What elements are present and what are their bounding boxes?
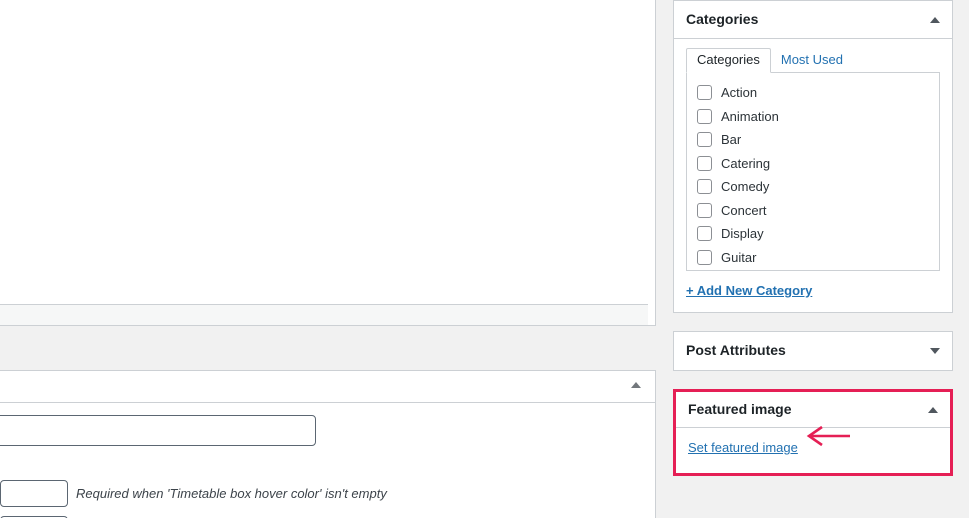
checkbox-icon[interactable]	[697, 132, 712, 148]
categories-metabox: Categories Categories Most Used Action A…	[673, 0, 953, 313]
category-label: Display	[721, 226, 764, 242]
upper-metabox-footer	[0, 304, 648, 325]
set-featured-image-link[interactable]: Set featured image	[688, 440, 798, 455]
left-arrow-icon	[806, 425, 850, 447]
categories-body: Categories Most Used Action Animation Ba…	[674, 39, 952, 312]
categories-tablist: Categories Most Used	[686, 48, 940, 73]
categories-checklist[interactable]: Action Animation Bar Catering Comedy Con…	[686, 73, 940, 271]
small-input-1[interactable]	[0, 480, 68, 507]
categories-header[interactable]: Categories	[674, 1, 952, 39]
list-item[interactable]: Bar	[687, 128, 939, 152]
checkbox-icon[interactable]	[697, 179, 712, 195]
category-label: Animation	[721, 108, 779, 124]
checkbox-icon[interactable]	[697, 226, 712, 242]
checkbox-icon[interactable]	[697, 202, 712, 218]
categories-title: Categories	[686, 10, 759, 27]
featured-image-metabox: Featured image Set featured image	[673, 389, 953, 476]
checkbox-icon[interactable]	[697, 85, 712, 101]
upper-metabox-panel	[0, 0, 656, 326]
text-input-wide[interactable]	[0, 415, 316, 446]
featured-image-header[interactable]: Featured image	[676, 392, 950, 428]
list-item[interactable]: Action	[687, 81, 939, 105]
post-attributes-metabox: Post Attributes	[673, 331, 953, 371]
tab-most-used[interactable]: Most Used	[771, 49, 853, 72]
featured-image-body: Set featured image	[676, 425, 950, 473]
screen-root: Required when 'Timetable box hover color…	[0, 0, 969, 518]
main-content-column: Required when 'Timetable box hover color…	[0, 0, 656, 518]
field-hint-text: Required when 'Timetable box hover color…	[76, 486, 387, 501]
featured-image-title: Featured image	[688, 400, 792, 417]
lower-metabox-body: Required when 'Timetable box hover color…	[0, 403, 655, 518]
add-new-category-link[interactable]: + Add New Category	[686, 283, 812, 298]
triangle-up-icon[interactable]	[928, 406, 938, 413]
list-item[interactable]: Catering	[687, 152, 939, 176]
triangle-up-icon[interactable]	[631, 382, 641, 388]
category-label: Concert	[721, 202, 767, 218]
list-item[interactable]: Animation	[687, 105, 939, 129]
category-label: Action	[721, 85, 758, 101]
post-attributes-title: Post Attributes	[686, 342, 786, 359]
category-label: Catering	[721, 155, 771, 171]
category-label: Bar	[721, 132, 742, 148]
list-item[interactable]: Guitar	[687, 246, 939, 270]
triangle-up-icon[interactable]	[930, 16, 940, 23]
checkbox-icon[interactable]	[697, 249, 712, 265]
triangle-down-icon[interactable]	[930, 348, 940, 354]
checkbox-icon[interactable]	[697, 155, 712, 171]
lower-metabox-panel: Required when 'Timetable box hover color…	[0, 370, 656, 518]
list-item[interactable]: Concert	[687, 199, 939, 223]
lower-metabox-header[interactable]	[0, 371, 655, 403]
post-attributes-header[interactable]: Post Attributes	[674, 332, 952, 370]
checkbox-icon[interactable]	[697, 108, 712, 124]
add-category-row: + Add New Category	[686, 271, 940, 298]
sidebar-column: Categories Categories Most Used Action A…	[673, 0, 953, 476]
category-label: Guitar	[721, 249, 757, 265]
tab-categories[interactable]: Categories	[686, 48, 771, 73]
list-item[interactable]: Display	[687, 222, 939, 246]
category-label: Comedy	[721, 179, 770, 195]
list-item[interactable]: Comedy	[687, 175, 939, 199]
